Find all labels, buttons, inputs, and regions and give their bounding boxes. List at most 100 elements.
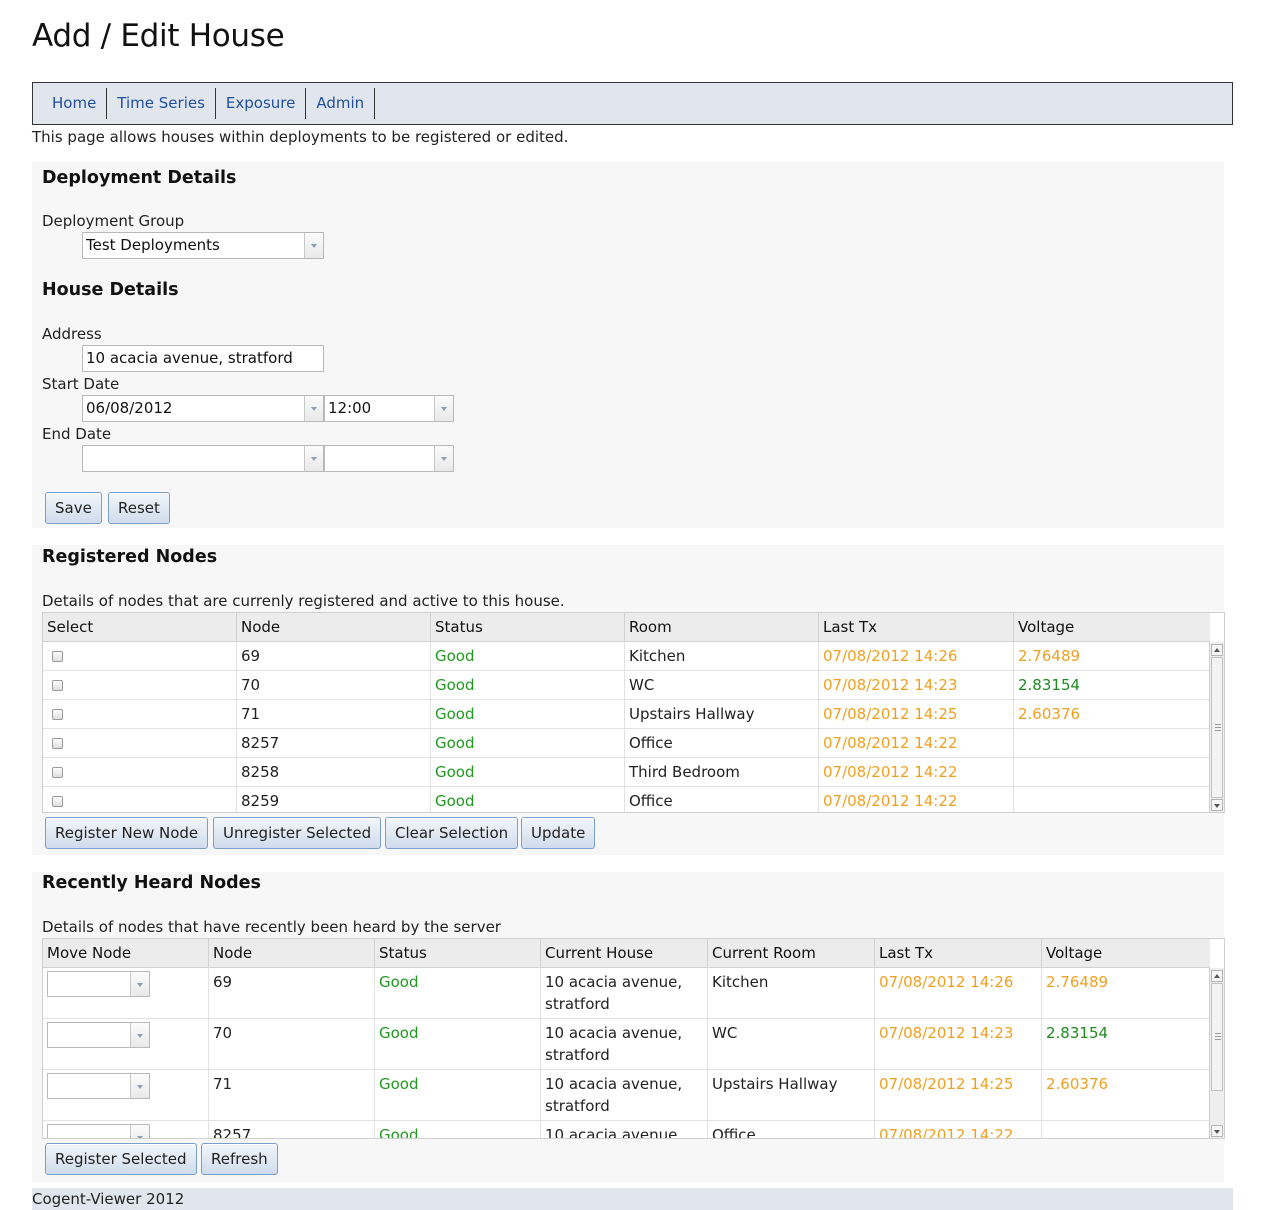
col-current-house[interactable]: Current House (541, 939, 708, 968)
update-button[interactable]: Update (521, 817, 596, 849)
select-cell (43, 642, 237, 670)
last-tx-cell: 07/08/2012 14:22 (819, 787, 1014, 812)
move-node-cell (43, 1019, 209, 1069)
end-time-field[interactable] (324, 445, 454, 472)
move-node-select[interactable] (47, 1124, 150, 1138)
col-move-node[interactable]: Move Node (43, 939, 209, 968)
chevron-down-icon[interactable] (434, 446, 453, 471)
nav-admin[interactable]: Admin (306, 88, 376, 119)
refresh-button[interactable]: Refresh (201, 1143, 278, 1175)
registered-nodes-description: Details of nodes that are currenly regis… (42, 592, 565, 610)
nav-exposure[interactable]: Exposure (216, 88, 307, 119)
scroll-down-icon[interactable] (1211, 1125, 1223, 1137)
start-time-field[interactable]: 12:00 (324, 395, 454, 422)
house-line: stratford (545, 1097, 610, 1115)
move-node-select[interactable] (47, 971, 150, 997)
room-cell: Third Bedroom (625, 758, 819, 786)
last-tx-cell: 07/08/2012 14:25 (875, 1070, 1042, 1120)
scroll-up-icon[interactable] (1211, 970, 1223, 982)
current-room-cell: Office (708, 1121, 875, 1138)
start-date-label: Start Date (42, 375, 120, 393)
reset-button[interactable]: Reset (108, 492, 170, 524)
move-node-select[interactable] (47, 1073, 150, 1099)
scroll-thumb[interactable] (1211, 657, 1223, 798)
room-cell: Office (625, 787, 819, 812)
col-last-tx[interactable]: Last Tx (819, 613, 1014, 642)
move-node-cell (43, 1070, 209, 1120)
select-checkbox[interactable] (52, 738, 63, 749)
scroll-down-icon[interactable] (1211, 799, 1223, 811)
col-node[interactable]: Node (237, 613, 431, 642)
chevron-down-icon[interactable] (130, 1023, 149, 1047)
last-tx-cell: 07/08/2012 14:23 (875, 1019, 1042, 1069)
recent-scrollbar[interactable] (1209, 968, 1224, 1138)
scroll-up-icon[interactable] (1211, 644, 1223, 656)
nav-home[interactable]: Home (42, 88, 108, 119)
end-date-label: End Date (42, 425, 112, 443)
chevron-down-icon[interactable] (130, 1074, 149, 1098)
scroll-thumb[interactable] (1211, 983, 1223, 1091)
chevron-down-icon[interactable] (434, 396, 453, 421)
col-status[interactable]: Status (431, 613, 625, 642)
col-last-tx[interactable]: Last Tx (875, 939, 1042, 968)
current-house-cell: 10 acacia avenue,stratford (541, 1121, 708, 1139)
col-node[interactable]: Node (209, 939, 375, 968)
address-field[interactable]: 10 acacia avenue, stratford (82, 345, 324, 372)
col-current-room[interactable]: Current Room (708, 939, 875, 968)
col-status[interactable]: Status (375, 939, 541, 968)
node-cell: 8259 (237, 787, 431, 812)
page-footer: Cogent-Viewer 2012 (32, 1188, 1233, 1210)
recent-nodes-table: Move Node Node Status Current House Curr… (42, 938, 1225, 1139)
start-date-value: 06/08/2012 (86, 399, 173, 417)
room-cell: WC (625, 671, 819, 699)
chevron-down-icon[interactable] (304, 396, 323, 421)
register-selected-button[interactable]: Register Selected (45, 1143, 197, 1175)
deployment-group-value: Test Deployments (86, 236, 220, 254)
status-cell: Good (431, 787, 625, 812)
unregister-selected-button[interactable]: Unregister Selected (213, 817, 382, 849)
house-line: 10 acacia avenue, (545, 1075, 683, 1093)
select-checkbox[interactable] (52, 709, 63, 720)
chevron-down-icon[interactable] (130, 1125, 149, 1138)
status-cell: Good (431, 729, 625, 757)
start-date-field[interactable]: 06/08/2012 (82, 395, 324, 422)
deployment-group-label: Deployment Group (42, 212, 185, 230)
current-house-cell: 10 acacia avenue, stratford (541, 1070, 708, 1120)
end-date-field[interactable] (82, 445, 324, 472)
node-cell: 70 (237, 671, 431, 699)
node-cell: 8258 (237, 758, 431, 786)
chevron-down-icon[interactable] (130, 972, 149, 996)
col-voltage[interactable]: Voltage (1042, 939, 1210, 968)
col-select[interactable]: Select (43, 613, 237, 642)
chevron-down-icon[interactable] (304, 233, 323, 258)
registered-scrollbar[interactable] (1209, 642, 1224, 812)
house-line: stratford (545, 995, 610, 1013)
status-cell: Good (431, 642, 625, 670)
room-cell: Upstairs Hallway (625, 700, 819, 728)
move-node-select[interactable] (47, 1022, 150, 1048)
last-tx-cell: 07/08/2012 14:23 (819, 671, 1014, 699)
col-room[interactable]: Room (625, 613, 819, 642)
last-tx-cell: 07/08/2012 14:22 (819, 729, 1014, 757)
chevron-down-icon[interactable] (304, 446, 323, 471)
select-cell (43, 700, 237, 728)
select-checkbox[interactable] (52, 680, 63, 691)
house-line: stratford (545, 1046, 610, 1064)
select-checkbox[interactable] (52, 796, 63, 807)
node-cell: 70 (209, 1019, 375, 1069)
status-cell: Good (375, 1019, 541, 1069)
save-button[interactable]: Save (45, 492, 102, 524)
house-line: 10 acacia avenue, (545, 1126, 683, 1139)
status-cell: Good (431, 700, 625, 728)
node-cell: 69 (209, 968, 375, 1018)
select-cell (43, 758, 237, 786)
clear-selection-button[interactable]: Clear Selection (385, 817, 519, 849)
deployment-group-select[interactable]: Test Deployments (82, 232, 324, 259)
table-header: Move Node Node Status Current House Curr… (43, 939, 1210, 968)
select-checkbox[interactable] (52, 767, 63, 778)
select-checkbox[interactable] (52, 651, 63, 662)
voltage-cell: 2.83154 (1018, 676, 1081, 694)
register-new-node-button[interactable]: Register New Node (45, 817, 209, 849)
nav-time-series[interactable]: Time Series (107, 88, 216, 119)
col-voltage[interactable]: Voltage (1014, 613, 1210, 642)
